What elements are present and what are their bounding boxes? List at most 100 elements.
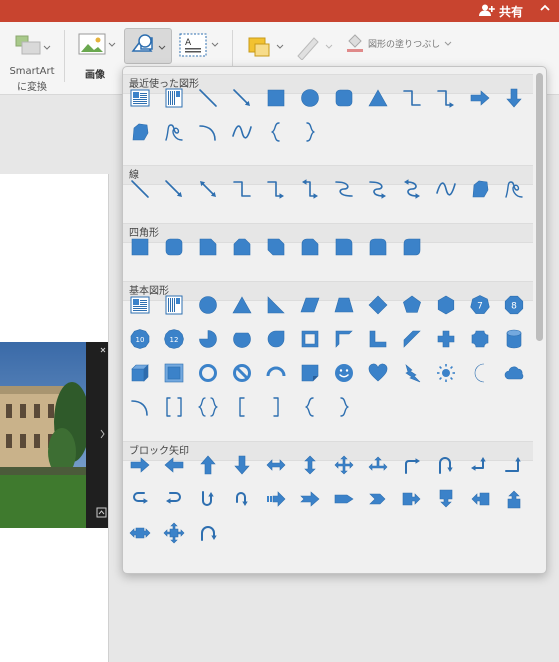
curved-right-arrow-shape-button[interactable] bbox=[126, 485, 154, 513]
text-box-shape-button[interactable] bbox=[126, 291, 154, 319]
folded-corner-shape-button[interactable] bbox=[296, 359, 324, 387]
freeform-shape-button[interactable] bbox=[466, 175, 494, 203]
quad-arrow-shape-button[interactable] bbox=[330, 451, 358, 479]
half-frame-shape-button[interactable] bbox=[330, 325, 358, 353]
curved-up-arrow-shape-button[interactable] bbox=[194, 485, 222, 513]
down-arrow-shape-button[interactable] bbox=[500, 84, 528, 112]
left-arrow-shape-button[interactable] bbox=[160, 451, 188, 479]
dodecagon-shape-button[interactable]: 12 bbox=[160, 325, 188, 353]
pentagon-shape-button[interactable] bbox=[398, 291, 426, 319]
oval-shape-button[interactable] bbox=[296, 84, 324, 112]
convert-to-smartart-button[interactable] bbox=[8, 32, 54, 62]
scribble-shape-button[interactable] bbox=[160, 118, 188, 146]
round-single-corner-shape-button[interactable] bbox=[330, 233, 358, 261]
chevron-shape-button[interactable] bbox=[364, 485, 392, 513]
line-shape-button[interactable] bbox=[126, 175, 154, 203]
plaque-shape-button[interactable] bbox=[466, 325, 494, 353]
elbow-connector-shape-button[interactable] bbox=[398, 84, 426, 112]
snip-single-corner-shape-button[interactable] bbox=[194, 233, 222, 261]
line-shape-button[interactable] bbox=[194, 84, 222, 112]
heptagon-shape-button[interactable]: 7 bbox=[466, 291, 494, 319]
arrange-button[interactable] bbox=[245, 34, 287, 64]
snip-diagonal-shape-button[interactable] bbox=[262, 233, 290, 261]
elbow-double-arrow-shape-button[interactable] bbox=[296, 175, 324, 203]
quad-arrow-callout-shape-button[interactable] bbox=[160, 519, 188, 547]
bent-arrow-shape-button[interactable] bbox=[398, 451, 426, 479]
triangle-shape-button[interactable] bbox=[364, 84, 392, 112]
curved-connector-shape-button[interactable] bbox=[330, 175, 358, 203]
hexagon-shape-button[interactable] bbox=[432, 291, 460, 319]
snip-round-shape-button[interactable] bbox=[296, 233, 324, 261]
left-up-arrow-shape-button[interactable] bbox=[466, 451, 494, 479]
up-arrow-shape-button[interactable] bbox=[194, 451, 222, 479]
teardrop-shape-button[interactable] bbox=[262, 325, 290, 353]
collapse-ribbon-button[interactable] bbox=[539, 2, 551, 18]
share-button[interactable]: 共有 bbox=[478, 3, 523, 20]
scribble-shape-button[interactable] bbox=[500, 175, 528, 203]
double-brace-shape-button[interactable] bbox=[194, 393, 222, 421]
rectangle-shape-button[interactable] bbox=[126, 233, 154, 261]
heart-shape-button[interactable] bbox=[364, 359, 392, 387]
round-same-side-shape-button[interactable] bbox=[364, 233, 392, 261]
left-brace-shape-button[interactable] bbox=[296, 393, 324, 421]
up-arrow-callout-shape-button[interactable] bbox=[500, 485, 528, 513]
elbow-arrow-connector-shape-button[interactable] bbox=[262, 175, 290, 203]
curved-arrow-connector-shape-button[interactable] bbox=[364, 175, 392, 203]
u-turn-arrow-shape-button[interactable] bbox=[432, 451, 460, 479]
popup-scrollbar[interactable] bbox=[536, 73, 543, 341]
rounded-rect-shape-button[interactable] bbox=[330, 84, 358, 112]
right-brace-shape-button[interactable] bbox=[330, 393, 358, 421]
curve-shape-button[interactable] bbox=[432, 175, 460, 203]
up-down-arrow-shape-button[interactable] bbox=[296, 451, 324, 479]
l-shape-shape-button[interactable] bbox=[364, 325, 392, 353]
can-shape-button[interactable] bbox=[500, 325, 528, 353]
arc-shape-button[interactable] bbox=[194, 118, 222, 146]
left-right-arrow-callout-shape-button[interactable] bbox=[126, 519, 154, 547]
octagon-shape-button[interactable]: 8 bbox=[500, 291, 528, 319]
pie-shape-button[interactable] bbox=[194, 325, 222, 353]
rounded-rect-shape-button[interactable] bbox=[160, 233, 188, 261]
cube-shape-button[interactable] bbox=[126, 359, 154, 387]
round-diagonal-shape-button[interactable] bbox=[398, 233, 426, 261]
cloud-shape-button[interactable] bbox=[500, 359, 528, 387]
left-right-arrow-shape-button[interactable] bbox=[262, 451, 290, 479]
arrow-line-shape-button[interactable] bbox=[228, 84, 256, 112]
picture-button[interactable] bbox=[77, 32, 117, 62]
curved-double-arrow-shape-button[interactable] bbox=[398, 175, 426, 203]
donut-shape-button[interactable] bbox=[194, 359, 222, 387]
right-bracket-shape-button[interactable] bbox=[262, 393, 290, 421]
shape-fill-button[interactable]: 図形の塗りつぶし bbox=[346, 32, 452, 54]
notched-right-arrow-shape-button[interactable] bbox=[296, 485, 324, 513]
diagonal-stripe-shape-button[interactable] bbox=[398, 325, 426, 353]
curve-shape-button[interactable] bbox=[228, 118, 256, 146]
vertical-text-box-shape-button[interactable] bbox=[160, 84, 188, 112]
rectangle-shape-button[interactable] bbox=[262, 84, 290, 112]
moon-shape-button[interactable] bbox=[466, 359, 494, 387]
frame-shape-button[interactable] bbox=[296, 325, 324, 353]
left-arrow-callout-shape-button[interactable] bbox=[466, 485, 494, 513]
left-right-up-arrow-shape-button[interactable] bbox=[364, 451, 392, 479]
right-arrow-shape-button[interactable] bbox=[126, 451, 154, 479]
cross-shape-button[interactable] bbox=[432, 325, 460, 353]
lightning-shape-button[interactable] bbox=[398, 359, 426, 387]
curved-left-arrow-shape-button[interactable] bbox=[160, 485, 188, 513]
block-arc-shape-button[interactable] bbox=[262, 359, 290, 387]
right-arrow-shape-button[interactable] bbox=[466, 84, 494, 112]
decagon-shape-button[interactable]: 10 bbox=[126, 325, 154, 353]
pentagon-arrow-shape-button[interactable] bbox=[330, 485, 358, 513]
down-arrow-shape-button[interactable] bbox=[228, 451, 256, 479]
vertical-text-box-shape-button[interactable] bbox=[160, 291, 188, 319]
diamond-shape-button[interactable] bbox=[364, 291, 392, 319]
shapes-button[interactable] bbox=[124, 28, 172, 64]
left-brace-shape-button[interactable] bbox=[262, 118, 290, 146]
right-arrow-callout-shape-button[interactable] bbox=[398, 485, 426, 513]
bevel-shape-button[interactable] bbox=[160, 359, 188, 387]
snip-same-side-shape-button[interactable] bbox=[228, 233, 256, 261]
bent-up-arrow-shape-button[interactable] bbox=[500, 451, 528, 479]
sun-shape-button[interactable] bbox=[432, 359, 460, 387]
arc-shape-button[interactable] bbox=[126, 393, 154, 421]
text-box-shape-button[interactable] bbox=[126, 84, 154, 112]
oval-shape-button[interactable] bbox=[194, 291, 222, 319]
parallelogram-shape-button[interactable] bbox=[296, 291, 324, 319]
double-arrow-line-shape-button[interactable] bbox=[194, 175, 222, 203]
